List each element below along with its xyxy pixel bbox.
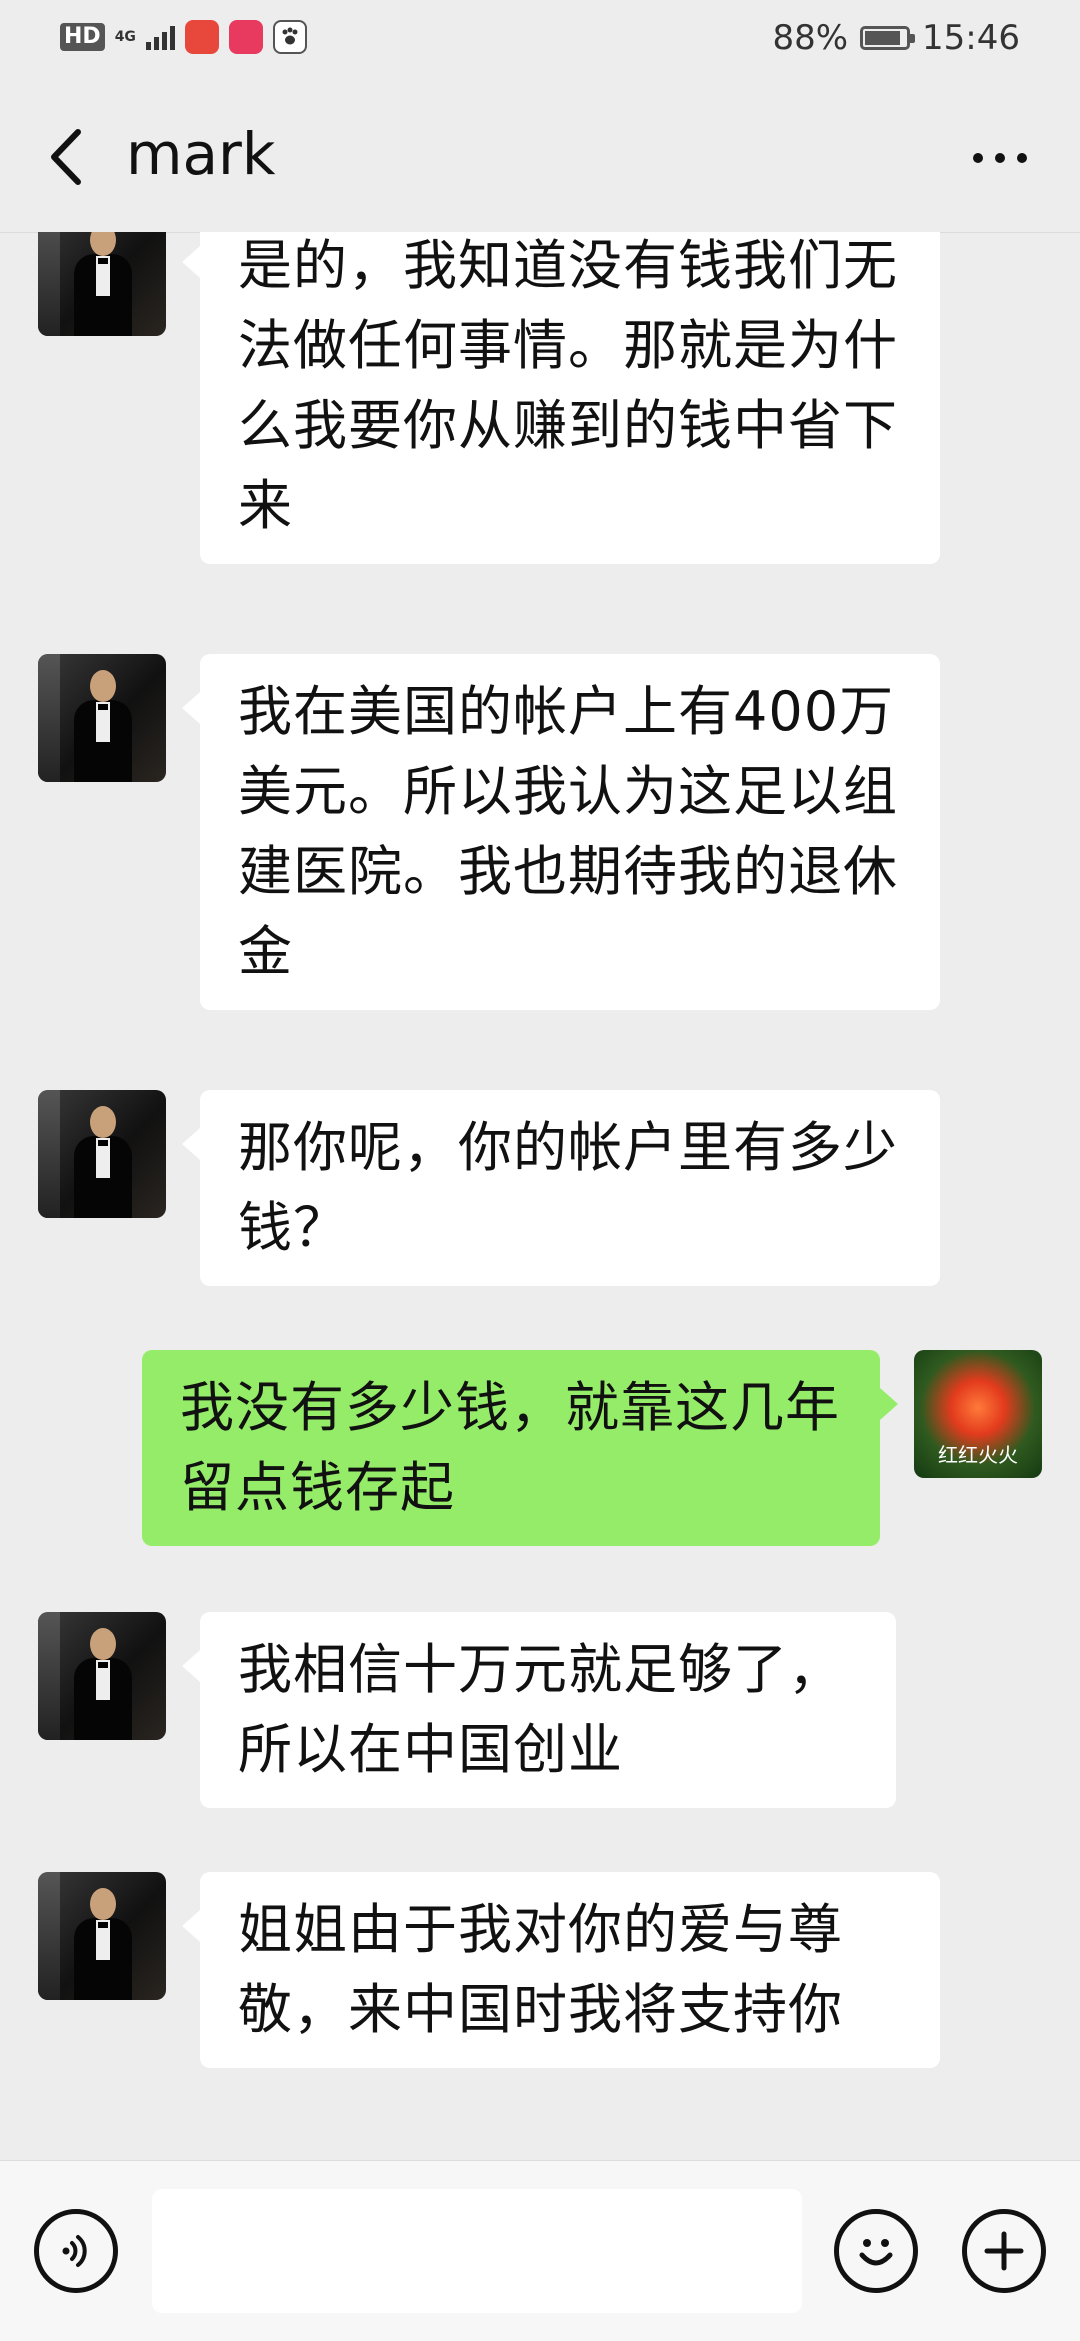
paw-app-icon xyxy=(272,20,307,54)
status-bar: HD 4G 88% 15:46 xyxy=(0,0,1080,82)
app-notification-icon xyxy=(228,20,263,54)
avatar-caption: 红红火火 xyxy=(938,1443,1018,1467)
battery-percent: 88% xyxy=(772,18,849,58)
voice-icon[interactable] xyxy=(34,2209,118,2293)
avatar[interactable] xyxy=(38,232,166,336)
chat-title: mark xyxy=(126,120,276,188)
message-bubble[interactable]: 我相信十万元就足够了，所以在中国创业 xyxy=(182,1612,896,1808)
avatar[interactable] xyxy=(38,1612,166,1740)
input-bar xyxy=(0,2160,1080,2341)
status-left: HD 4G xyxy=(60,20,307,54)
status-right: 88% 15:46 xyxy=(772,18,1020,58)
plus-icon[interactable] xyxy=(962,2209,1046,2293)
message-bubble-self[interactable]: 我没有多少钱，就靠这几年留点钱存起 xyxy=(142,1350,898,1546)
app-notification-icon xyxy=(184,20,219,54)
message-input[interactable] xyxy=(152,2189,802,2313)
avatar[interactable] xyxy=(38,1872,166,2000)
avatar[interactable] xyxy=(38,654,166,782)
chevron-left-icon[interactable] xyxy=(40,122,100,192)
message-list[interactable]: 是的，我知道没有钱我们无法做任何事情。那就是为什么我要你从赚到的钱中省下来 我在… xyxy=(0,232,1080,2160)
network-indicator: 4G xyxy=(114,29,136,45)
avatar[interactable] xyxy=(38,1090,166,1218)
chat-header: mark xyxy=(0,82,1080,233)
message-bubble[interactable]: 那你呢，你的帐户里有多少钱？ xyxy=(182,1090,940,1286)
more-dots-icon[interactable] xyxy=(960,130,1040,186)
emoji-icon[interactable] xyxy=(834,2209,918,2293)
battery-icon xyxy=(860,26,916,50)
hd-indicator: HD xyxy=(60,23,105,51)
message-bubble[interactable]: 我在美国的帐户上有400万美元。所以我认为这足以组建医院。我也期待我的退休金 xyxy=(182,654,940,1010)
message-bubble[interactable]: 姐姐由于我对你的爱与尊敬，来中国时我将支持你 xyxy=(182,1872,940,2068)
avatar-self[interactable]: 红红火火 xyxy=(914,1350,1042,1478)
signal-icon xyxy=(145,24,175,50)
message-bubble[interactable]: 是的，我知道没有钱我们无法做任何事情。那就是为什么我要你从赚到的钱中省下来 xyxy=(182,232,940,564)
clock: 15:46 xyxy=(922,18,1020,58)
